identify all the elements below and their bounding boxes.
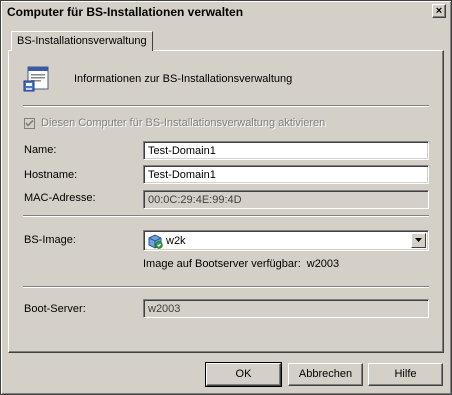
availability-label: Image auf Bootserver verfügbar:	[143, 258, 301, 270]
boot-server-field: w2003	[143, 299, 429, 318]
chevron-down-icon	[415, 238, 422, 242]
hostname-field[interactable]: Test-Domain1	[143, 165, 429, 184]
info-text: Informationen zur BS-Installationsverwal…	[74, 73, 293, 85]
separator	[23, 286, 429, 288]
image-availability: Image auf Bootserver verfügbar: w2003	[143, 258, 339, 270]
close-button[interactable]: ×	[432, 4, 446, 18]
mac-address-label: MAC-Adresse:	[24, 192, 96, 204]
tab-bs-installationsverwaltung[interactable]: BS-Installationsverwaltung	[11, 31, 153, 51]
name-field[interactable]: Test-Domain1	[143, 141, 429, 160]
dialog-window: Computer für BS-Installationen verwalten…	[0, 0, 452, 395]
tab-label: BS-Installationsverwaltung	[17, 35, 147, 47]
availability-value: w2003	[306, 258, 340, 270]
separator	[23, 105, 429, 107]
enable-checkbox[interactable]	[24, 118, 35, 129]
mac-address-field: 00:0C:29:4E:99:4D	[143, 190, 429, 209]
name-label: Name:	[24, 144, 57, 156]
enable-checkbox-label: Diesen Computer für BS-Installationsverw…	[41, 117, 326, 129]
help-button[interactable]: Hilfe	[368, 363, 443, 386]
dropdown-button[interactable]	[411, 233, 426, 248]
hostname-label: Hostname:	[24, 169, 78, 181]
title-bar: Computer für BS-Installationen verwalten…	[3, 3, 449, 21]
boot-server-label: Boot-Server:	[24, 303, 86, 315]
checkmark-icon	[25, 119, 34, 127]
document-window-icon	[23, 65, 51, 93]
bs-image-select[interactable]: w2k	[143, 230, 429, 251]
bs-image-selected: w2k	[166, 235, 186, 247]
ok-button[interactable]: OK	[205, 362, 282, 387]
cancel-button[interactable]: Abbrechen	[288, 363, 363, 386]
separator	[23, 215, 429, 217]
window-title: Computer für BS-Installationen verwalten	[7, 5, 244, 19]
close-icon: ×	[435, 5, 443, 17]
image-package-icon	[147, 233, 163, 249]
bs-image-label: BS-Image:	[24, 234, 76, 246]
